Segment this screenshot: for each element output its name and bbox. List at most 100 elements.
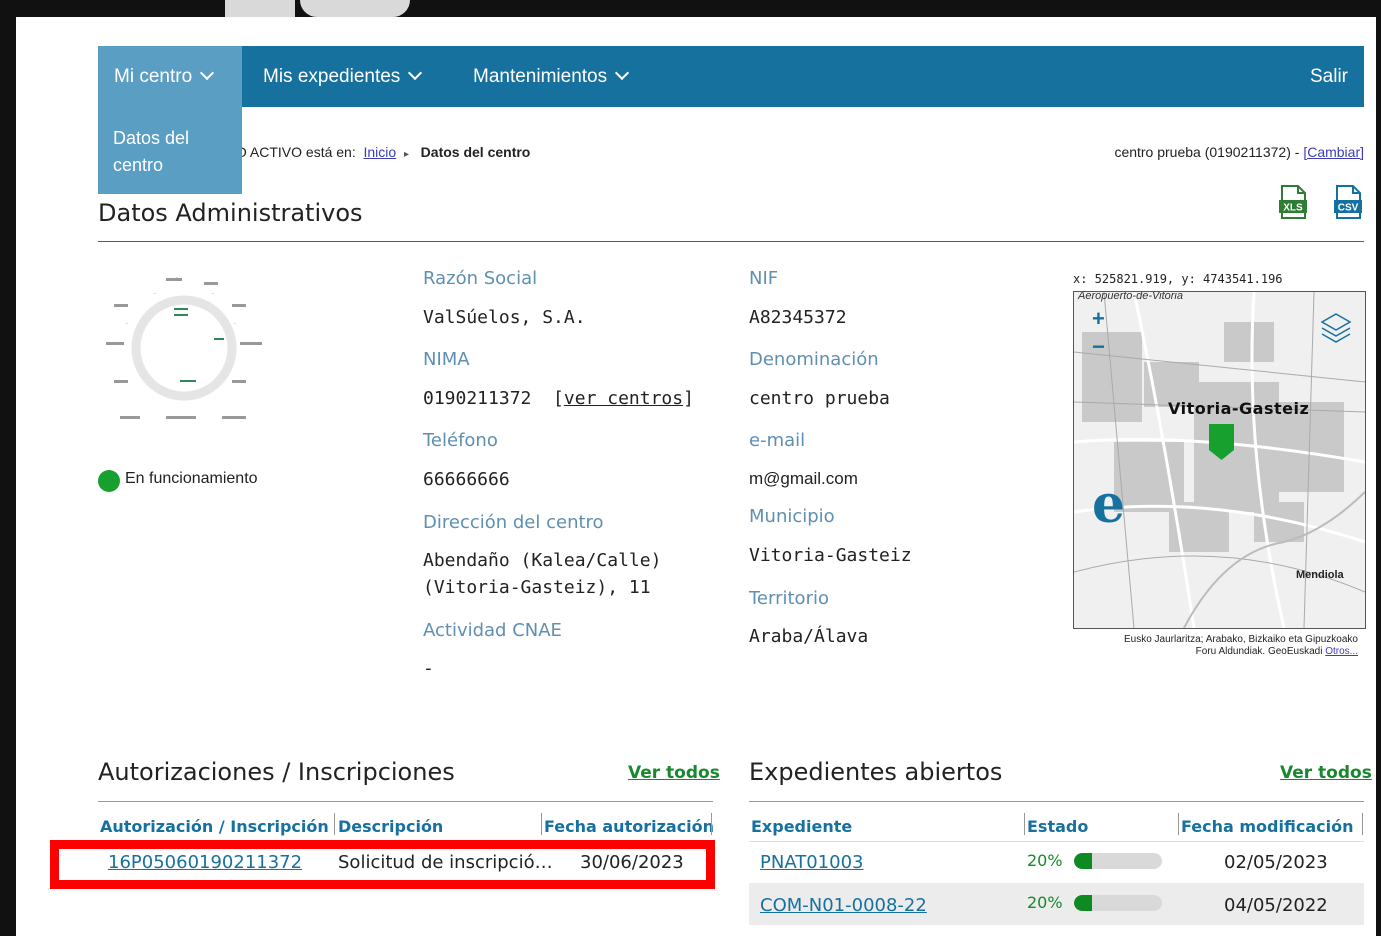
expediente-fecha: 04/05/2022 (1224, 895, 1328, 916)
map-provider-logo-icon: e (1092, 474, 1125, 535)
telefono-label: Teléfono (423, 430, 498, 451)
nima-value: 0190211372 (423, 388, 532, 409)
map-credits-line1: Eusko Jaurlaritza; Arabako, Bizkaiko eta… (1123, 634, 1358, 645)
breadcrumb-home-link[interactable]: Inicio (364, 144, 397, 160)
xls-icon-text: XLS (1283, 203, 1303, 214)
mi-centro-dropdown: Datos del centro (98, 107, 242, 194)
col-autorizacion[interactable]: Autorización / Inscripción (100, 817, 329, 836)
screenshot-frame-right (1376, 0, 1381, 936)
nima-value-group: 0190211372 [ver centros] (423, 388, 694, 409)
autorizaciones-ver-todos-link[interactable]: Ver todos (628, 763, 720, 783)
svg-text:·: · (212, 291, 214, 298)
map-zoom-in-button[interactable]: + (1092, 306, 1105, 332)
change-centro-link[interactable]: [Cambiar] (1303, 144, 1364, 160)
autorizaciones-title: Autorizaciones / Inscripciones (98, 758, 455, 786)
table-row: COM-N01-0008-22 (760, 895, 927, 916)
map-credits-line2: Foru Aldundiak. GeoEuskadi (1195, 646, 1326, 657)
active-centro-info: centro prueba (0190211372) - [Cambiar] (1114, 144, 1364, 160)
nif-value: A82345372 (749, 307, 847, 328)
expedientes-title: Expedientes abiertos (749, 758, 1003, 786)
map-label-city: Vitoria-Gasteiz (1168, 399, 1310, 418)
column-separator (1362, 813, 1363, 835)
expedientes-ver-todos-link[interactable]: Ver todos (1280, 763, 1372, 783)
nima-label: NIMA (423, 349, 470, 370)
breadcrumb-separator-icon: ▸ (403, 149, 409, 160)
map-credits: Eusko Jaurlaritza; Arabako, Bizkaiko eta… (1073, 634, 1358, 658)
ver-centros-link[interactable]: ver centros (564, 388, 683, 409)
expediente-id-link[interactable]: PNAT01003 (760, 852, 864, 873)
map-label-district: Mendiola (1296, 569, 1344, 581)
col-fecha-modificacion[interactable]: Fecha modificación (1181, 817, 1353, 836)
nav-mi-centro[interactable]: Mi centro (98, 46, 242, 107)
expediente-id-link[interactable]: COM-N01-0008-22 (760, 895, 927, 916)
col-expediente[interactable]: Expediente (751, 817, 852, 836)
map-zoom-out-button[interactable]: − (1092, 334, 1105, 360)
map-credits-more-link[interactable]: Otros... (1325, 646, 1358, 657)
svg-text:·: · (234, 321, 236, 328)
xls-export-icon[interactable]: XLS (1279, 185, 1307, 219)
csv-icon-text: CSV (1338, 203, 1359, 214)
nif-label: NIF (749, 268, 779, 289)
centro-logo-image: · · · · · (106, 275, 262, 419)
autorizaciones-divider (98, 801, 713, 802)
column-separator (334, 813, 335, 835)
breadcrumb-prefix: IO ACTIVO está en: (232, 144, 356, 160)
svg-text:·: · (154, 291, 156, 298)
expediente-progress-bar (1074, 895, 1162, 911)
col-fecha-autorizacion[interactable]: Fecha autorización (544, 817, 714, 836)
razon-social-value: ValSúelos, S.A. (423, 307, 586, 328)
nav-mantenimientos-label: Mantenimientos (473, 66, 608, 87)
razon-social-label: Razón Social (423, 268, 538, 289)
direccion-label: Dirección del centro (423, 512, 604, 533)
table-header-divider (749, 841, 1364, 842)
svg-text:·: · (126, 321, 128, 328)
expediente-estado-text: 20% (1027, 893, 1063, 912)
expediente-progress-bar (1074, 853, 1162, 869)
nav-mi-centro-label: Mi centro (114, 66, 193, 87)
col-descripcion[interactable]: Descripción (338, 817, 443, 836)
email-label: e-mail (749, 430, 806, 451)
col-estado[interactable]: Estado (1027, 817, 1088, 836)
location-map[interactable]: e Aeropuerto-de-Vitoria Vitoria-Gasteiz … (1073, 291, 1366, 629)
denominacion-label: Denominación (749, 349, 879, 370)
municipio-label: Municipio (749, 506, 835, 527)
column-separator (541, 813, 542, 835)
centro-status-text: En funcionamiento (125, 470, 258, 487)
direccion-line2: (Vitoria-Gasteiz), 11 (423, 577, 651, 598)
municipio-value: Vitoria-Gasteiz (749, 545, 912, 566)
expedientes-divider (749, 801, 1364, 802)
email-value: m@gmail.com (749, 469, 858, 488)
column-separator (1024, 813, 1025, 835)
screenshot-frame-left (0, 0, 16, 936)
logout-link[interactable]: Salir (1310, 46, 1348, 107)
chevron-down-icon (615, 65, 630, 81)
active-centro-name: centro prueba (0190211372) - (1114, 144, 1304, 160)
section-divider (98, 241, 1364, 242)
map-label-airport: Aeropuerto-de-Vitoria (1078, 291, 1183, 302)
table-row: PNAT01003 (760, 852, 864, 873)
telefono-value: 66666666 (423, 469, 510, 490)
breadcrumb-current: Datos del centro (420, 144, 531, 160)
nav-mantenimientos[interactable]: Mantenimientos (473, 46, 630, 107)
nav-mis-expedientes-label: Mis expedientes (263, 66, 401, 87)
column-separator (1178, 813, 1179, 835)
expediente-fecha: 02/05/2023 (1224, 852, 1328, 873)
direccion-line1: Abendaño (Kalea/Calle) (423, 550, 662, 571)
svg-text:·: · (176, 275, 178, 282)
screenshot-frame-top (0, 0, 1381, 17)
chevron-down-icon (200, 65, 215, 81)
status-active-icon (98, 470, 120, 492)
highlight-annotation-box (50, 840, 715, 889)
nav-mis-expedientes[interactable]: Mis expedientes (263, 46, 423, 107)
column-separator (711, 813, 712, 835)
cnae-value: - (423, 658, 434, 679)
territorio-value: Araba/Álava (749, 626, 869, 647)
breadcrumb: IO ACTIVO está en: Inicio ▸ Datos del ce… (232, 144, 530, 160)
map-layers-button[interactable] (1316, 302, 1356, 344)
cnae-label: Actividad CNAE (423, 620, 562, 641)
csv-export-icon[interactable]: CSV (1334, 185, 1362, 219)
map-coordinates: x: 525821.919, y: 4743541.196 (1073, 272, 1283, 286)
territorio-label: Territorio (749, 588, 829, 609)
page-title: Datos Administrativos (98, 199, 363, 227)
dropdown-item-datos-centro[interactable]: Datos del centro (113, 125, 233, 179)
